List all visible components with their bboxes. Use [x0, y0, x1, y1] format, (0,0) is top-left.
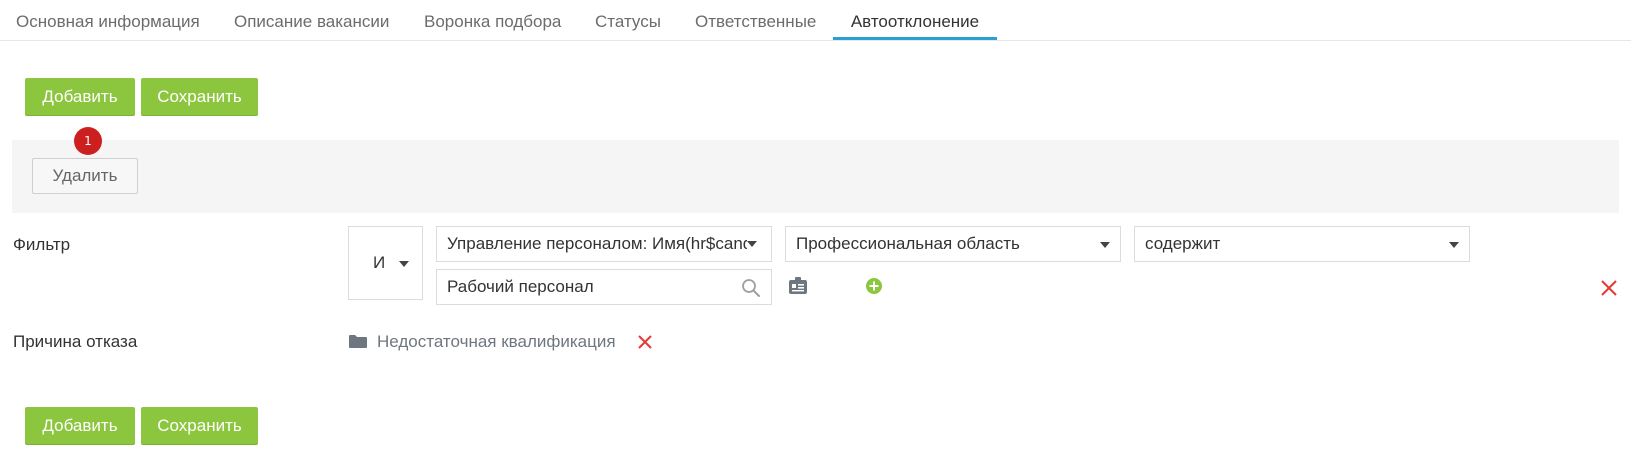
folder-icon	[349, 335, 367, 348]
add-button[interactable]: Добавить	[25, 78, 135, 115]
delete-rule-button[interactable]: Удалить	[32, 158, 138, 194]
chevron-down-icon	[747, 241, 757, 247]
vacancy-editor: Основная информация Описание вакансии Во…	[0, 0, 1631, 456]
save-button-bottom[interactable]: Сохранить	[141, 407, 258, 444]
rule-panel	[12, 140, 1619, 213]
plus-circle-icon[interactable]	[865, 277, 883, 295]
tab-basic-info[interactable]: Основная информация	[16, 0, 200, 38]
tab-selection-funnel[interactable]: Воронка подбора	[424, 0, 561, 38]
logic-operator-select[interactable]: И	[348, 226, 423, 300]
condition-select-value: содержит	[1145, 234, 1221, 253]
close-icon[interactable]	[1600, 279, 1618, 297]
id-card-icon[interactable]	[788, 277, 808, 295]
rule-number-badge: 1	[74, 127, 102, 155]
field-select-value: Управление персоналом: Имя(hr$candidate)	[447, 234, 747, 253]
tab-responsible[interactable]: Ответственные	[695, 0, 816, 38]
value-input-text: Рабочий персонал	[447, 277, 594, 296]
filter-label: Фильтр	[13, 235, 71, 254]
attribute-select-value: Профессиональная область	[796, 234, 1020, 253]
logic-operator-value: И	[373, 253, 386, 272]
reject-reason-value: Недостаточная квалификация	[377, 332, 616, 351]
tab-vacancy-description[interactable]: Описание вакансии	[234, 0, 389, 38]
condition-select[interactable]: содержит	[1134, 226, 1470, 262]
save-button[interactable]: Сохранить	[141, 78, 258, 115]
field-select[interactable]: Управление персоналом: Имя(hr$candidate)	[436, 226, 772, 262]
attribute-select[interactable]: Профессиональная область	[785, 226, 1121, 262]
tab-auto-reject[interactable]: Автоотклонение	[833, 0, 997, 40]
close-icon[interactable]	[637, 334, 653, 350]
chevron-down-icon	[1449, 242, 1459, 248]
add-button-bottom[interactable]: Добавить	[25, 407, 135, 444]
search-icon[interactable]	[741, 278, 761, 298]
tab-statuses[interactable]: Статусы	[595, 0, 661, 38]
value-input[interactable]: Рабочий персонал	[436, 269, 772, 305]
tab-bar: Основная информация Описание вакансии Во…	[0, 0, 1631, 41]
chevron-down-icon	[1100, 242, 1110, 248]
chevron-down-icon	[399, 261, 409, 267]
reject-reason-label: Причина отказа	[13, 332, 138, 351]
